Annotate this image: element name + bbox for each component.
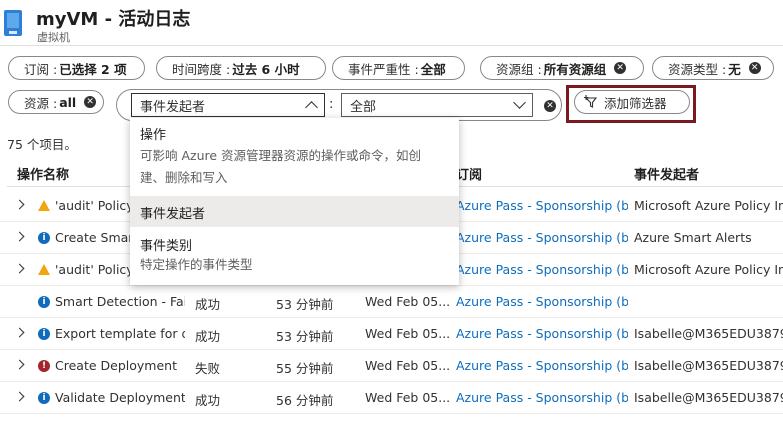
info-icon: i <box>38 392 50 404</box>
filter-label: 资源组 : <box>496 61 542 77</box>
add-filter-icon <box>584 95 598 108</box>
subscription-link[interactable]: Azure Pass - Sponsorship (b... <box>456 390 628 405</box>
chevron-right-icon[interactable] <box>14 263 25 274</box>
event-initiator: Microsoft Azure Policy Insights <box>634 262 783 277</box>
column-header-initiator[interactable]: 事件发起者 <box>634 164 699 183</box>
chevron-right-icon[interactable] <box>14 199 25 210</box>
subscription-link[interactable]: Azure Pass - Sponsorship (b... <box>456 294 628 309</box>
filter-pill-severity[interactable]: 事件严重性 : 全部 <box>332 56 465 80</box>
info-icon: i <box>38 296 50 308</box>
chevron-right-icon[interactable] <box>14 359 25 370</box>
field-dropdown-menu: 操作 可影响 Azure 资源管理器资源的操作或命令，如创建、删除和写入 事件发… <box>130 118 459 285</box>
event-timestamp: Wed Feb 05... <box>365 390 449 405</box>
filter-label: 事件严重性 : <box>348 61 419 77</box>
item-count: 75 个项目。 <box>7 137 77 152</box>
filter-value: all <box>59 94 77 110</box>
operation-name: Validate Deployment <box>55 390 185 405</box>
filter-value: 所有资源组 <box>543 61 607 77</box>
filter-value: 全部 <box>420 61 446 77</box>
subscription-link[interactable]: Azure Pass - Sponsorship (b... <box>456 326 628 341</box>
remove-filter-icon[interactable]: ✕ <box>748 62 761 74</box>
operation-name: Create Deployment <box>55 358 177 373</box>
subscription-link[interactable]: Azure Pass - Sponsorship (b... <box>456 198 628 213</box>
time-ago: 53 分钟前 <box>276 329 334 344</box>
chevron-right-icon[interactable] <box>14 231 25 242</box>
remove-filter-icon[interactable]: ✕ <box>614 62 627 74</box>
filter-label: 资源 : <box>24 95 58 111</box>
status: 成功 <box>195 393 221 408</box>
dropdown-item-description: 可影响 Azure 资源管理器资源的操作或命令，如创建、删除和写入 <box>140 148 422 185</box>
dropdown-item-description: 特定操作的事件类型 <box>140 257 253 272</box>
filter-label: 资源类型 : <box>668 61 727 77</box>
page-subtitle: 虚拟机 <box>37 31 70 44</box>
info-icon: i <box>38 328 50 340</box>
filter-pill-resource-type[interactable]: 资源类型 : 无 ✕ <box>652 56 774 80</box>
event-timestamp: Wed Feb 05... <box>365 358 449 373</box>
dropdown-item-initiator[interactable]: 事件发起者 <box>130 196 459 227</box>
field-separator: : <box>329 97 334 112</box>
warning-icon <box>38 264 50 275</box>
filter-label: 订阅 : <box>24 61 58 77</box>
time-ago: 53 分钟前 <box>276 297 334 312</box>
operation-name: Export template for deployment <box>55 326 185 341</box>
status: 成功 <box>195 297 221 312</box>
filter-pill-subscription[interactable]: 订阅 : 已选择 2 项 <box>8 56 145 80</box>
event-initiator: Azure Smart Alerts <box>634 230 752 245</box>
dropdown-item-title: 操作 <box>140 128 167 143</box>
filter-pill-resource-group[interactable]: 资源组 : 所有资源组 ✕ <box>480 56 644 80</box>
time-ago: 55 分钟前 <box>276 361 334 376</box>
dropdown-item-title: 事件发起者 <box>140 207 206 222</box>
filter-value: 过去 6 小时 <box>232 61 300 77</box>
filter-pill-timespan[interactable]: 时间跨度 : 过去 6 小时 <box>156 56 326 80</box>
page-title: myVM - 活动日志 <box>36 9 191 30</box>
edit-filter: 事件发起者 : 全部 ✕ <box>116 89 562 121</box>
event-initiator: Microsoft Azure Policy Insights <box>634 198 783 213</box>
dropdown-item-operation[interactable]: 操作 可影响 Azure 资源管理器资源的操作或命令，如创建、删除和写入 <box>130 118 459 196</box>
event-timestamp: Wed Feb 05... <box>365 326 449 341</box>
table-row[interactable]: i Validate Deployment 成功 56 分钟前 Wed Feb 05..… <box>0 382 783 414</box>
field-select[interactable]: 事件发起者 <box>131 93 325 117</box>
filter-label: 时间跨度 : <box>172 61 231 77</box>
table-row[interactable]: i Smart Detection - Failure Anomalies 成功 53… <box>0 286 783 318</box>
field-select-value: 事件发起者 <box>140 99 206 115</box>
event-initiator: Isabelle@M365EDU387913 <box>634 390 783 405</box>
remove-filter-icon[interactable]: ✕ <box>544 100 556 112</box>
filter-pill-resource[interactable]: 资源 : all ✕ <box>8 90 104 114</box>
chevron-down-icon <box>513 96 526 109</box>
dropdown-item-title: 事件类别 <box>140 239 193 254</box>
warning-icon <box>38 200 50 211</box>
add-filter-label: 添加筛选器 <box>604 95 667 111</box>
chevron-right-icon[interactable] <box>14 391 25 402</box>
header-divider <box>0 45 783 46</box>
value-select-value: 全部 <box>350 99 377 115</box>
time-ago: 56 分钟前 <box>276 393 334 408</box>
event-initiator: Isabelle@M365EDU387913 <box>634 358 783 373</box>
info-icon: i <box>38 232 50 244</box>
status: 失败 <box>195 361 221 376</box>
error-icon: ! <box>38 360 50 372</box>
column-header-subscription[interactable]: 订阅 <box>456 164 482 183</box>
subscription-link[interactable]: Azure Pass - Sponsorship (b... <box>456 262 628 277</box>
table-row[interactable]: ! Create Deployment 失败 55 分钟前 Wed Feb 05... A… <box>0 350 783 382</box>
vm-icon <box>4 10 22 36</box>
operation-name: Smart Detection - Failure Anomalies <box>55 294 185 309</box>
table-row[interactable]: i Export template for deployment 成功 53 分钟前 W… <box>0 318 783 350</box>
subscription-link[interactable]: Azure Pass - Sponsorship (b... <box>456 358 628 373</box>
event-initiator: Isabelle@M365EDU387913 <box>634 326 783 341</box>
status: 成功 <box>195 329 221 344</box>
event-timestamp: Wed Feb 05... <box>365 294 449 309</box>
column-header-name[interactable]: 操作名称 <box>17 164 69 183</box>
dropdown-item-category[interactable]: 事件类别 特定操作的事件类型 <box>130 227 459 285</box>
chevron-up-icon <box>305 101 318 114</box>
subscription-link[interactable]: Azure Pass - Sponsorship (b... <box>456 230 628 245</box>
remove-filter-icon[interactable]: ✕ <box>84 96 97 108</box>
filter-value: 已选择 2 项 <box>59 61 127 77</box>
filter-value: 无 <box>728 61 741 77</box>
add-filter-button[interactable]: 添加筛选器 <box>574 90 690 114</box>
value-select[interactable]: 全部 <box>341 93 533 117</box>
chevron-right-icon[interactable] <box>14 327 25 338</box>
